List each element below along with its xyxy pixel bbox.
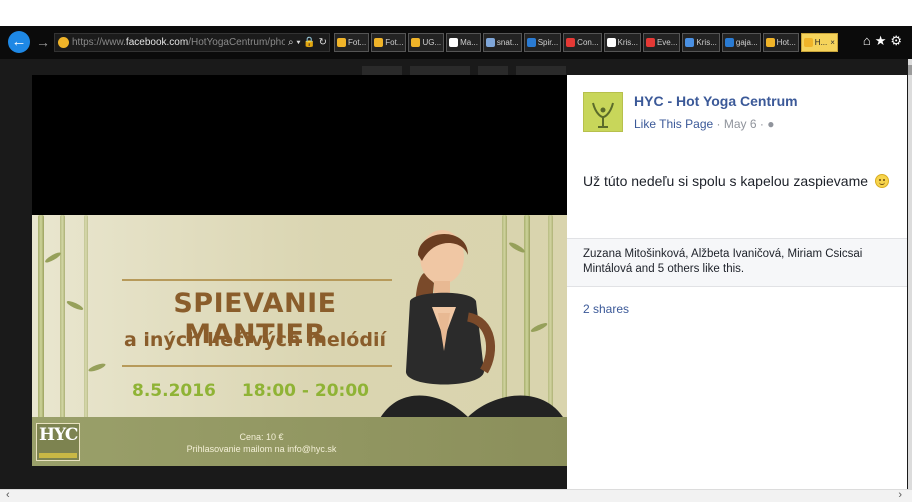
browser-tab[interactable]: Con... [563, 33, 602, 52]
likes-box: Zuzana Mitošinková, Alžbeta Ivaničová, M… [567, 238, 907, 287]
tab-label: Fot... [385, 38, 404, 47]
tab-close-icon[interactable]: × [830, 34, 835, 51]
likes-summary[interactable]: Zuzana Mitošinková, Alžbeta Ivaničová, M… [583, 247, 898, 277]
event-date: 8.5.2016 [132, 381, 216, 401]
tab-favicon-icon [374, 38, 384, 47]
post-sidepanel: HYC - Hot Yoga Centrum Like This Page · … [567, 75, 907, 489]
horizontal-scrollbar[interactable]: ‹ › [0, 489, 912, 502]
tab-label: snat... [496, 38, 519, 47]
url-domain: facebook.com [125, 37, 189, 48]
tab-favicon-icon [803, 38, 813, 47]
tab-label: Kris... [617, 38, 638, 47]
top-margin [0, 0, 912, 26]
tab-favicon-icon [485, 38, 495, 47]
event-datetime: 8.5.2016 18:00 - 20:00 [132, 381, 395, 401]
star-icon[interactable]: ★ [875, 33, 891, 49]
globe-icon: ● [767, 117, 775, 131]
page-name-link[interactable]: HYC - Hot Yoga Centrum [634, 93, 798, 109]
tab-favicon-icon [337, 38, 346, 47]
smile-emoji-icon [874, 174, 889, 188]
scroll-right-icon[interactable]: › [898, 489, 902, 501]
registration-info: Prihlasovanie mailom na info@hyc.sk [186, 444, 337, 454]
tab-favicon-icon [526, 38, 536, 47]
tab-label: Ma... [460, 38, 478, 47]
banner-subtitle: a iných liečivých melódií [123, 329, 386, 351]
tab-favicon-icon [411, 38, 421, 47]
tab-favicon-icon [449, 38, 459, 47]
event-time: 18:00 - 20:00 [241, 381, 370, 401]
post-text-content: Už túto nedeľu si spolu s kapelou zaspie… [583, 173, 869, 189]
like-page-link[interactable]: Like This Page [634, 117, 713, 131]
hyc-logo-text: HYC [39, 425, 78, 445]
vertical-scrollbar[interactable] [908, 59, 912, 489]
tab-favicon-icon [685, 38, 695, 47]
tab-favicon-icon [566, 38, 576, 47]
browser-tab[interactable]: H... × [800, 33, 838, 52]
browser-tab[interactable]: Kris... [682, 33, 720, 52]
tab-label: H... [814, 38, 828, 47]
browser-tools: ⌂★⚙ [863, 33, 906, 49]
address-bar-controls[interactable]: ⌕ ▾ 🔒 ↻ [285, 34, 327, 51]
photo[interactable]: SPIEVANIE MANTIER a iných liečivých meló… [32, 75, 567, 466]
price: Cena: 10 € [239, 432, 284, 442]
back-button[interactable]: ← [8, 31, 30, 53]
tab-label: Kris... [696, 38, 717, 47]
tab-label: Con... [577, 38, 599, 47]
tab-label: Spir... [537, 38, 559, 47]
browser-tab[interactable]: Ma... [446, 33, 481, 52]
tab-strip: Fot... Fot... UG... Ma... snat... Spir... Con.… [334, 33, 840, 52]
shares-link[interactable]: 2 shares [583, 302, 629, 316]
url-scheme: https:// [72, 37, 103, 48]
meta-separator-2: · [759, 117, 764, 131]
browser-tab[interactable]: Eve... [642, 33, 681, 52]
browser-tab[interactable]: UG... [408, 33, 445, 52]
event-banner: SPIEVANIE MANTIER a iných liečivých meló… [32, 215, 567, 466]
price-info: Cena: 10 € Prihlasovanie mailom na info@… [154, 431, 369, 455]
browser-tab[interactable]: snat... [482, 33, 522, 52]
hyc-logo: HYC [36, 423, 80, 461]
post-text: Už túto nedeľu si spolu s kapelou zaspie… [583, 173, 889, 189]
tab-favicon-icon [724, 38, 734, 47]
tab-favicon-icon [645, 38, 655, 47]
tab-favicon-icon [606, 38, 616, 47]
gear-icon[interactable]: ⚙ [890, 33, 906, 49]
divider-top [122, 279, 392, 281]
scroll-left-icon[interactable]: ‹ [6, 489, 10, 501]
browser-toolbar: ← → https://www.facebook.com/HotYogaCent… [0, 26, 912, 59]
tab-label: Hot... [776, 38, 796, 47]
tab-label: Fot... [348, 38, 367, 47]
home-icon[interactable]: ⌂ [863, 33, 875, 48]
browser-tab[interactable]: Hot... [762, 33, 799, 52]
browser-tab[interactable]: gaja... [721, 33, 761, 52]
tab-label: Eve... [656, 38, 678, 47]
browser-tab[interactable]: Fot... [334, 33, 370, 52]
post-meta: Like This Page · May 6 · ● [634, 117, 774, 131]
meta-separator: · [716, 117, 721, 131]
background-page-ghost [362, 66, 568, 75]
banner-footer: HYC Cena: 10 € Prihlasovanie mailom na i… [32, 417, 567, 466]
browser-tab[interactable]: Spir... [523, 33, 562, 52]
page-avatar[interactable] [583, 92, 623, 132]
tab-label: gaja... [735, 38, 758, 47]
tab-label: UG... [422, 38, 442, 47]
forward-button[interactable]: → [36, 33, 50, 51]
divider-bottom [122, 365, 392, 367]
yoga-figure-icon [592, 102, 614, 128]
address-bar[interactable]: https://www.facebook.com/HotYogaCentrum/… [54, 33, 330, 52]
browser-tab[interactable]: Kris... [603, 33, 641, 52]
browser-tab[interactable]: Fot... [371, 33, 407, 52]
url-prefix: www. [102, 37, 126, 48]
post-date[interactable]: May 6 [724, 117, 757, 131]
site-icon [58, 36, 69, 48]
tab-favicon-icon [765, 38, 775, 47]
